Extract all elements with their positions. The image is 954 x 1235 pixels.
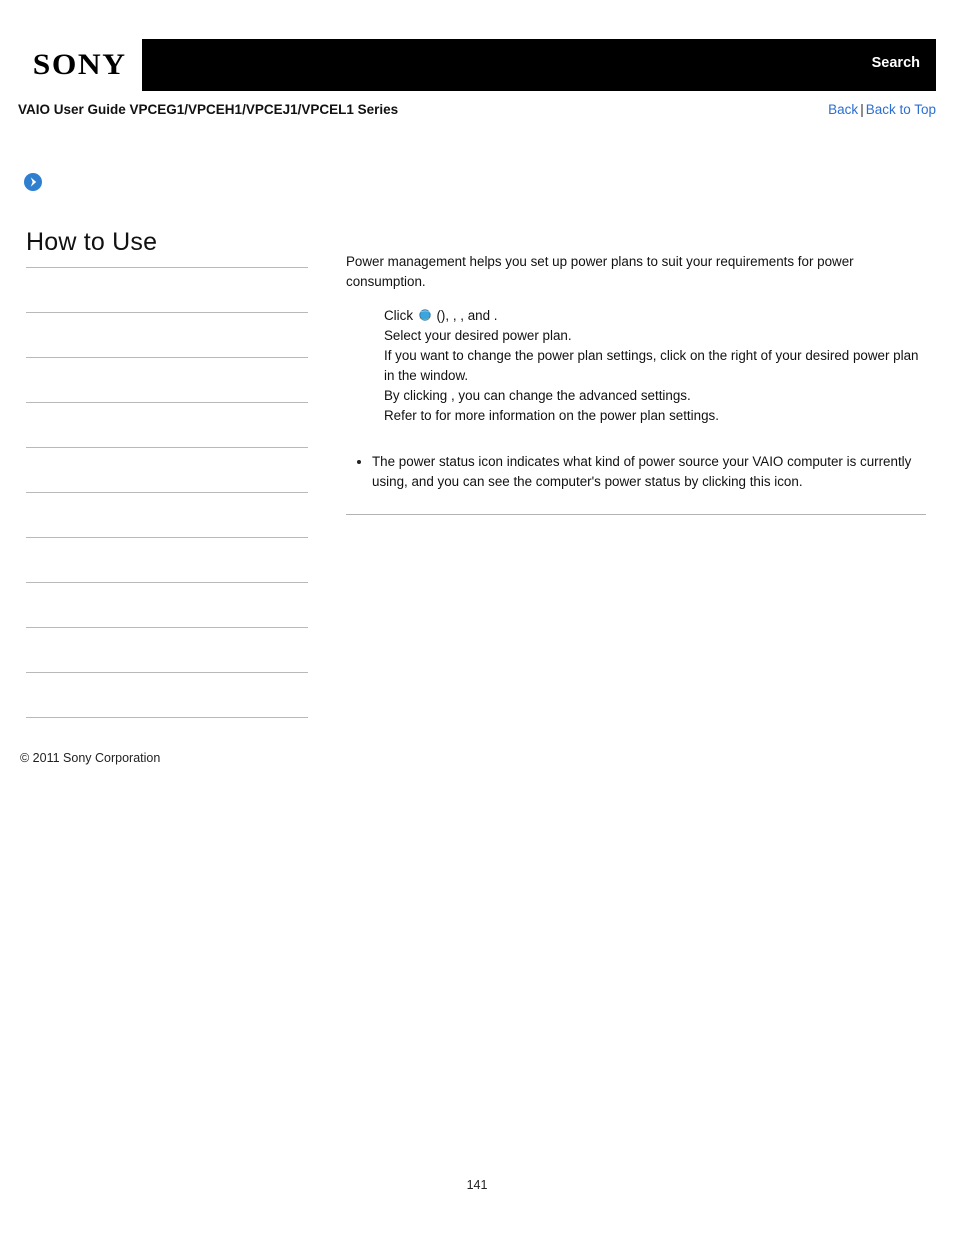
note-item: The power status icon indicates what kin… <box>357 452 926 492</box>
sidebar-item-2[interactable] <box>26 358 308 403</box>
sidebar-item-3[interactable] <box>26 403 308 448</box>
note-block: The power status icon indicates what kin… <box>346 452 926 515</box>
step-1-prefix: Click <box>384 308 417 323</box>
step-5-tail: for more information on the power plan s… <box>435 408 719 423</box>
header-nav-links: Back | Back to Top <box>828 102 936 117</box>
sidebar-item-label <box>26 538 308 552</box>
sidebar-item-label <box>26 628 308 642</box>
sidebar-item-4[interactable] <box>26 448 308 493</box>
main-content: Power management helps you set up power … <box>346 252 926 515</box>
sidebar-item-label <box>26 673 308 687</box>
sidebar-item-0[interactable] <box>26 268 308 313</box>
step-2: Select your desired power plan. <box>384 326 926 346</box>
sidebar-item-label <box>26 493 308 507</box>
step-3-tail: window. <box>420 368 469 383</box>
step-4: By clicking , you can change the advance… <box>384 386 926 406</box>
step-4-tail: , you can change the advanced settings. <box>450 388 691 403</box>
step-5: Refer to for more information on the pow… <box>384 406 926 426</box>
back-to-top-link[interactable]: Back to Top <box>866 102 936 117</box>
subheader: VAIO User Guide VPCEG1/VPCEH1/VPCEJ1/VPC… <box>18 102 936 128</box>
breadcrumb-arrow-icon <box>24 173 42 191</box>
step-3-prefix: If you want to change the power plan set… <box>384 348 690 363</box>
step-1-tail: , and <box>460 308 494 323</box>
sidebar-item-5[interactable] <box>26 493 308 538</box>
sidebar-item-label <box>26 583 308 597</box>
search-button[interactable]: Search <box>872 55 920 71</box>
step-1-open-paren: ( <box>432 308 441 323</box>
sidebar-item-1[interactable] <box>26 313 308 358</box>
page-number: 141 <box>466 1178 488 1192</box>
sidebar: How to Use <box>26 228 308 718</box>
sony-logo-text: SONY <box>33 48 127 81</box>
sidebar-heading: How to Use <box>26 228 158 256</box>
steps-list: Click (), , , and . Select your desired … <box>346 306 926 426</box>
back-link[interactable]: Back <box>828 102 858 117</box>
sidebar-item-label <box>26 403 308 417</box>
note-list: The power status icon indicates what kin… <box>346 452 926 492</box>
sidebar-item-8[interactable] <box>26 628 308 673</box>
copyright-text: © 2011 Sony Corporation <box>20 751 161 765</box>
sidebar-divider <box>26 717 308 718</box>
nav-separator: | <box>860 102 864 117</box>
site-header-bar <box>18 39 936 91</box>
sidebar-item-7[interactable] <box>26 583 308 628</box>
intro-paragraph: Power management helps you set up power … <box>346 254 854 289</box>
sidebar-item-label <box>26 313 308 327</box>
note-divider <box>346 514 926 515</box>
internet-explorer-icon[interactable] <box>418 308 432 322</box>
sony-logo[interactable]: SONY <box>18 39 142 91</box>
guide-title: VAIO User Guide VPCEG1/VPCEH1/VPCEJ1/VPC… <box>18 102 399 117</box>
sidebar-item-label <box>26 268 308 282</box>
sidebar-item-9[interactable] <box>26 673 308 718</box>
step-3: If you want to change the power plan set… <box>384 346 926 386</box>
step-2-text: Select your desired power plan. <box>384 328 572 343</box>
sidebar-item-label <box>26 358 308 372</box>
sidebar-item-label <box>26 448 308 462</box>
step-4-prefix: By clicking <box>384 388 451 403</box>
sidebar-item-6[interactable] <box>26 538 308 583</box>
step-1-period: . <box>493 308 498 323</box>
step-5-prefix: Refer to <box>384 408 436 423</box>
step-1-close-paren: ), <box>440 308 453 323</box>
step-1: Click (), , , and . <box>384 306 926 326</box>
